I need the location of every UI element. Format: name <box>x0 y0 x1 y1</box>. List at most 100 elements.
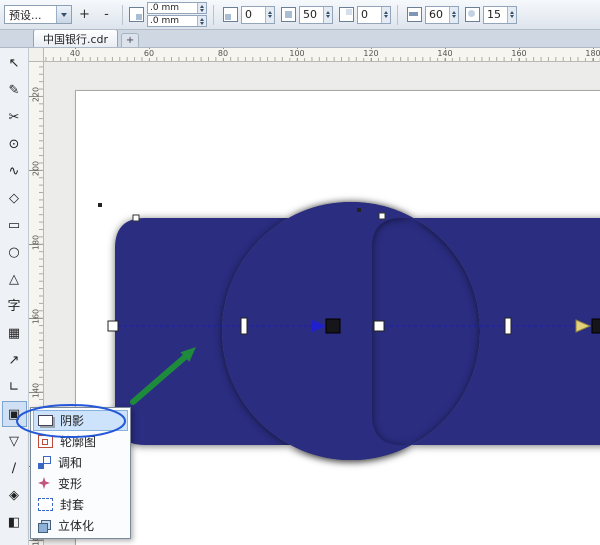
add-preset-button[interactable]: + <box>75 5 94 24</box>
ruler-label: 220 <box>31 86 41 103</box>
property-bar: 预设... + - .0 mm .0 mm 0 50 0 60 15 <box>0 0 600 30</box>
document-page[interactable] <box>75 90 600 545</box>
document-tab[interactable]: 中国银行.cdr <box>33 29 119 47</box>
flyout-item-label: 立体化 <box>58 519 95 533</box>
dimension-tool[interactable]: ↗ <box>2 347 27 373</box>
crop-tool[interactable]: ✂ <box>2 104 27 130</box>
shadow-angle-field[interactable]: 0 <box>241 5 275 24</box>
crop-tool-icon: ✂ <box>8 109 20 125</box>
distort-icon <box>38 477 50 489</box>
rectangle-tool[interactable]: ▭ <box>2 212 27 238</box>
ruler-label: 160 <box>510 49 528 58</box>
shape-tool[interactable]: ✎ <box>2 77 27 103</box>
shadow-angle-group: 0 <box>223 5 275 24</box>
flyout-item-distort[interactable]: 变形 <box>33 473 128 494</box>
shadow-offset-group: .0 mm .0 mm <box>147 2 207 27</box>
horizontal-ruler[interactable]: 40 60 80 100 120 140 160 180 <box>44 48 600 62</box>
spinner-arrows-icon[interactable] <box>197 16 206 26</box>
shadow-stretch-group: 50 <box>281 5 333 24</box>
table-tool-icon: ▦ <box>7 325 21 341</box>
polygon-tool[interactable]: △ <box>2 266 27 292</box>
fill-tool[interactable]: ◧ <box>2 509 27 535</box>
preset-dropdown-value: 预设... <box>9 8 42 22</box>
spinner-arrows-icon[interactable] <box>381 6 390 23</box>
spinner-arrows-icon[interactable] <box>507 6 516 23</box>
ruler-label: 200 <box>31 160 41 177</box>
outline-tool-icon: ◈ <box>9 487 19 503</box>
flyout-item-label: 调和 <box>58 456 83 470</box>
shadow-offset-y-field[interactable]: .0 mm <box>147 15 207 27</box>
shadow-offset-x-value: .0 mm <box>150 3 179 13</box>
new-document-tab-button[interactable]: + <box>121 33 140 47</box>
document-tab-title: 中国银行.cdr <box>43 32 109 46</box>
document-tab-bar: 中国银行.cdr + <box>0 29 600 48</box>
outline-tool[interactable]: ◈ <box>2 482 27 508</box>
shadow-stretch-field[interactable]: 50 <box>299 5 333 24</box>
toolbox: ↖ ✎ ✂ ⊙ ∿ ◇ ▭ ○ △ 字 ▦ ↗ ∟ ▣ ▽ ∕ ◈ ◧ <box>0 48 29 545</box>
shadow-feather-icon <box>465 7 480 22</box>
flyout-item-label: 轮廓图 <box>60 435 97 449</box>
flyout-item-extrude[interactable]: 立体化 <box>33 515 128 536</box>
spinner-arrows-icon[interactable] <box>323 6 332 23</box>
flyout-item-envelope[interactable]: 封套 <box>33 494 128 515</box>
shadow-fade-field[interactable]: 0 <box>357 5 391 24</box>
pick-tool[interactable]: ↖ <box>2 50 27 76</box>
blend-icon <box>38 456 51 469</box>
zoom-tool-icon: ⊙ <box>8 136 20 152</box>
flyout-item-contour[interactable]: 轮廓图 <box>33 431 128 452</box>
ellipse-tool-icon: ○ <box>8 244 20 260</box>
delete-preset-button[interactable]: - <box>97 5 116 24</box>
spinner-arrows-icon[interactable] <box>449 6 458 23</box>
effects-flyout-menu: 阴影 轮廓图 调和 变形 封套 立体化 <box>30 407 131 539</box>
shadow-feather-group: 15 <box>465 5 517 24</box>
transparency-tool[interactable]: ▽ <box>2 428 27 454</box>
interactive-effects-tool[interactable]: ▣ <box>1 401 27 427</box>
flyout-item-label: 变形 <box>58 477 83 491</box>
polygon-tool-icon: △ <box>9 271 19 287</box>
separator <box>122 4 123 25</box>
chevron-down-icon[interactable] <box>56 6 71 23</box>
eyedropper-tool[interactable]: ∕ <box>2 455 27 481</box>
shape-tool-icon: ✎ <box>8 82 20 98</box>
shadow-feather-value: 15 <box>487 8 501 21</box>
zoom-tool[interactable]: ⊙ <box>2 131 27 157</box>
ruler-label: 180 <box>31 234 41 251</box>
shadow-stretch-value: 50 <box>303 8 317 21</box>
shadow-angle-icon <box>223 7 238 22</box>
rectangle-tool-icon: ▭ <box>7 217 21 233</box>
ruler-label: 80 <box>216 49 230 58</box>
shadow-fade-value: 0 <box>361 8 368 21</box>
shadow-opacity-value: 60 <box>429 8 443 21</box>
drop-shadow-icon <box>38 415 53 426</box>
shadow-feather-field[interactable]: 15 <box>483 5 517 24</box>
preset-dropdown[interactable]: 预设... <box>4 5 72 24</box>
connector-tool[interactable]: ∟ <box>2 374 27 400</box>
spinner-arrows-icon[interactable] <box>197 3 206 13</box>
spinner-arrows-icon[interactable] <box>265 6 274 23</box>
connector-tool-icon: ∟ <box>8 379 20 395</box>
ruler-label: 160 <box>31 308 41 325</box>
shadow-opacity-field[interactable]: 60 <box>425 5 459 24</box>
smart-drawing-tool[interactable]: ◇ <box>2 185 27 211</box>
shadow-stretch-icon <box>281 7 296 22</box>
eyedropper-tool-icon: ∕ <box>11 460 17 476</box>
pick-tool-icon: ↖ <box>8 55 20 71</box>
flyout-item-blend[interactable]: 调和 <box>33 452 128 473</box>
ruler-label: 60 <box>142 49 156 58</box>
ruler-label: 120 <box>362 49 380 58</box>
table-tool[interactable]: ▦ <box>2 320 27 346</box>
separator <box>213 4 214 25</box>
ruler-label: 140 <box>436 49 454 58</box>
ruler-label: 180 <box>584 49 600 58</box>
extrude-icon <box>38 519 51 533</box>
shadow-offset-x-field[interactable]: .0 mm <box>147 2 207 14</box>
freehand-tool[interactable]: ∿ <box>2 158 27 184</box>
transparency-tool-icon: ▽ <box>9 433 19 449</box>
ruler-corner <box>29 48 44 62</box>
ruler-label: 140 <box>31 382 41 399</box>
ellipse-tool[interactable]: ○ <box>2 239 27 265</box>
drop-shadow-tool-icon: ▣ <box>7 406 21 422</box>
envelope-icon <box>38 498 53 511</box>
flyout-item-shadow[interactable]: 阴影 <box>33 410 128 431</box>
text-tool[interactable]: 字 <box>2 293 27 319</box>
